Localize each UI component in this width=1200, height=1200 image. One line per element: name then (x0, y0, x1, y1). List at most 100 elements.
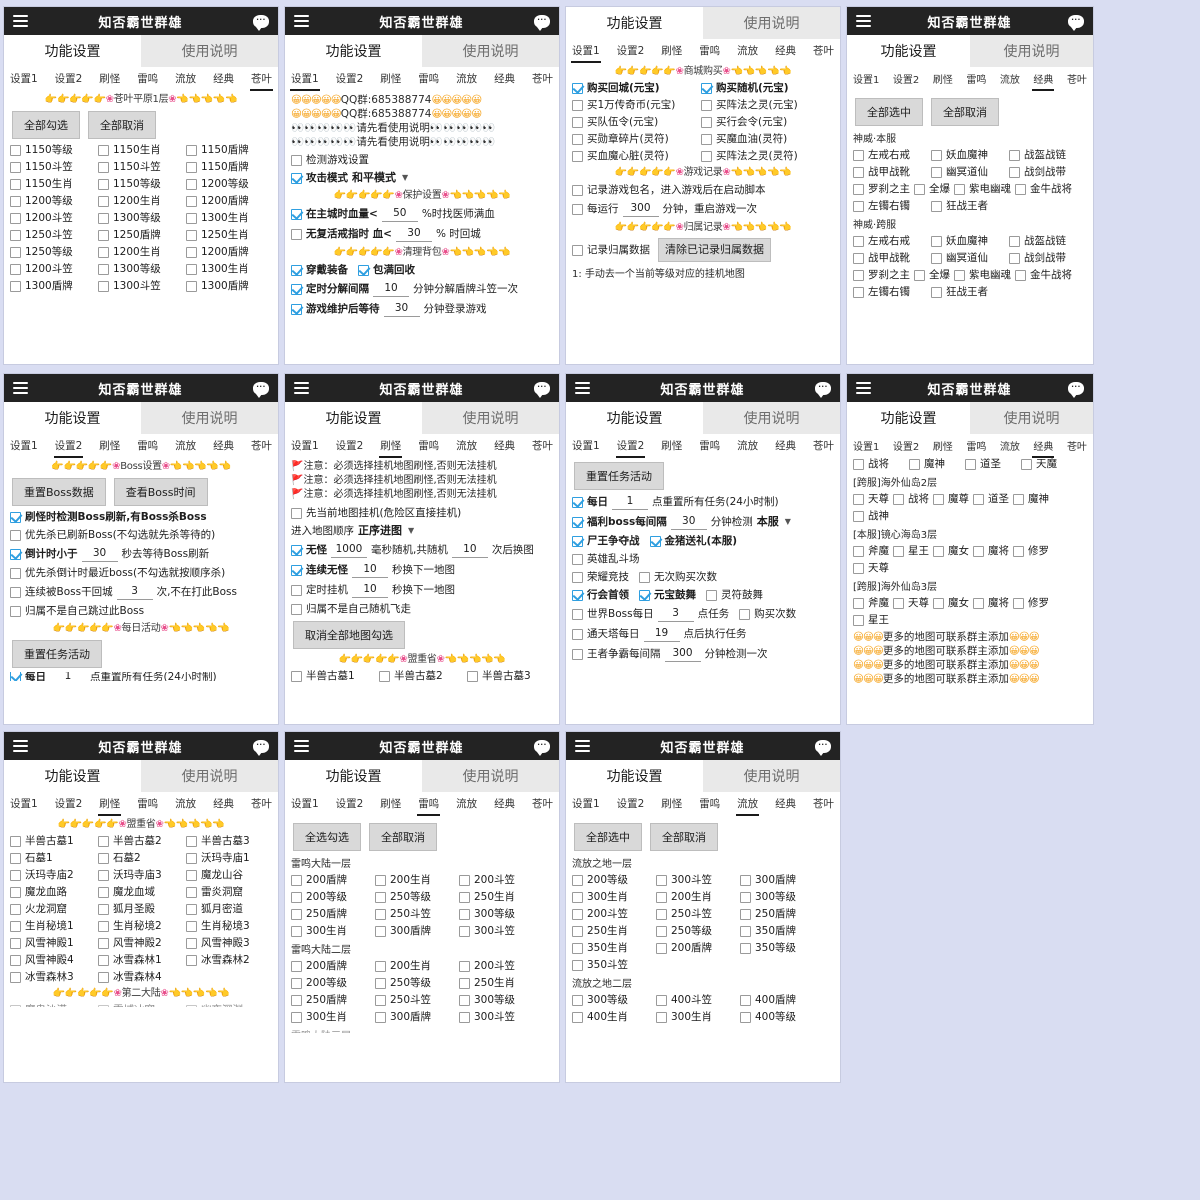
checkbox-attack-mode[interactable] (291, 172, 302, 184)
subtab-6[interactable]: 苍叶 (250, 795, 273, 816)
checkbox-no-mob[interactable] (291, 544, 302, 556)
checkbox-item[interactable]: 400盾牌 (740, 993, 820, 1007)
checkbox-item[interactable]: 购买随机(元宝) (701, 81, 826, 95)
checkbox[interactable] (98, 971, 109, 983)
checkbox[interactable] (954, 183, 965, 195)
checkbox-item[interactable]: 1200等级 (186, 177, 270, 191)
checkbox[interactable] (291, 994, 302, 1006)
checkbox-item[interactable]: 350等级 (740, 941, 820, 955)
input-daily-value[interactable]: 1 (612, 494, 648, 510)
checkbox[interactable] (10, 161, 21, 173)
subtab-6[interactable]: 苍叶 (250, 437, 273, 458)
chat-bubble-icon[interactable]: ··· (253, 14, 269, 31)
checkbox[interactable] (853, 493, 864, 505)
checkbox-timed-afk[interactable] (291, 584, 302, 596)
subtab-6[interactable]: 苍叶 (531, 70, 554, 91)
checkbox-item[interactable]: 1150斗笠 (10, 160, 94, 174)
checkbox[interactable] (186, 161, 197, 173)
input-cont-value[interactable]: 10 (352, 562, 388, 578)
checkbox-item[interactable]: 200盾牌 (656, 941, 736, 955)
input-timer-value[interactable]: 10 (352, 582, 388, 598)
checkbox[interactable] (186, 869, 197, 881)
row-glory-arena[interactable]: 荣耀竞技 无次购买次数 (572, 570, 834, 584)
chat-bubble-icon[interactable]: ··· (815, 739, 831, 756)
checkbox-item[interactable]: 1150盾牌 (186, 143, 270, 157)
checkbox-item[interactable]: 400等级 (740, 1010, 820, 1024)
subtab-3[interactable]: 雷鸣 (417, 70, 440, 91)
subtab-3[interactable]: 雷鸣 (698, 42, 721, 63)
checkbox[interactable] (1009, 235, 1020, 247)
checkbox-item[interactable]: 1300斗笠 (98, 279, 182, 293)
checkbox[interactable] (291, 925, 302, 937)
checkbox[interactable] (98, 1004, 109, 1007)
checkbox-item[interactable]: 1150盾牌 (186, 160, 270, 174)
checkbox[interactable] (701, 82, 712, 94)
checkbox-item[interactable]: 1300盾牌 (10, 279, 94, 293)
checkbox-item[interactable]: 1300生肖 (186, 262, 270, 276)
row-bag-actions[interactable]: 穿戴装备 包满回收 (291, 263, 553, 277)
checkbox-item[interactable]: 1150等级 (10, 143, 94, 157)
chat-bubble-icon[interactable]: ··· (253, 381, 269, 398)
checkbox-item[interactable]: 300斗笠 (459, 924, 539, 938)
checkbox-decompose[interactable] (291, 283, 302, 295)
checkbox-item[interactable]: 左镯右镯 (853, 285, 927, 299)
checkbox[interactable] (98, 280, 109, 292)
checkbox[interactable] (98, 178, 109, 190)
checkbox-item[interactable]: 斧魔 (853, 544, 889, 558)
hamburger-menu-icon[interactable] (13, 382, 28, 394)
checkbox[interactable] (740, 891, 751, 903)
subtab-4[interactable]: 流放 (736, 437, 759, 458)
checkbox-item[interactable]: 全爆 (914, 268, 950, 282)
subtab-4[interactable]: 流放 (999, 70, 1021, 91)
checkbox-glory-arena[interactable] (572, 571, 583, 583)
checkbox[interactable] (459, 960, 470, 972)
checkbox-item[interactable]: 魔女 (933, 544, 969, 558)
checkbox-item[interactable]: 半兽古墓3 (186, 834, 270, 848)
checkbox[interactable] (186, 903, 197, 915)
checkbox-lingfu-cheer[interactable] (706, 589, 717, 601)
checkbox-item[interactable]: 300等级 (572, 993, 652, 1007)
checkbox-item[interactable]: 道圣 (965, 457, 1017, 471)
subtab-5[interactable]: 经典 (493, 437, 516, 458)
input-run-value[interactable]: 300 (622, 201, 659, 217)
checkbox-guild-leader[interactable] (572, 589, 583, 601)
checkbox-world-boss[interactable] (572, 608, 583, 620)
checkbox[interactable] (933, 493, 944, 505)
checkbox-item[interactable]: 300盾牌 (740, 873, 820, 887)
checkbox[interactable] (375, 960, 386, 972)
checkbox-item[interactable]: 200生肖 (656, 890, 736, 904)
hamburger-menu-icon[interactable] (575, 382, 590, 394)
checkbox[interactable] (459, 994, 470, 1006)
subtab-2[interactable]: 刷怪 (379, 795, 402, 816)
checkbox[interactable] (10, 903, 21, 915)
checkbox-item[interactable]: 1300等级 (98, 262, 182, 276)
subtab-5[interactable]: 经典 (774, 42, 797, 63)
checkbox[interactable] (740, 908, 751, 920)
checkbox[interactable] (459, 874, 470, 886)
checkbox-yuanbao-cheer[interactable] (639, 589, 650, 601)
checkbox[interactable] (1013, 597, 1024, 609)
checkbox[interactable] (853, 562, 864, 574)
subtab-3[interactable]: 雷鸣 (417, 437, 440, 458)
checkbox[interactable] (853, 200, 864, 212)
checkbox-item[interactable]: 紫电幽魂 (954, 268, 1011, 282)
checkbox-item[interactable]: 350斗笠 (572, 958, 652, 972)
checkbox[interactable] (853, 149, 864, 161)
checkbox[interactable] (10, 1004, 21, 1007)
checkbox[interactable] (10, 954, 21, 966)
checkbox-item[interactable]: 狂战王者 (931, 199, 1005, 213)
checkbox-item[interactable]: 金牛战将 (1015, 182, 1072, 196)
checkbox-item[interactable]: 全爆 (914, 182, 950, 196)
checkbox-item[interactable]: 石墓2 (98, 851, 182, 865)
uncheck-all-button[interactable]: 全部取消 (650, 823, 718, 851)
checkbox-item[interactable]: 300盾牌 (375, 924, 455, 938)
tab-instructions[interactable]: 使用说明 (970, 35, 1093, 67)
row-record-owner[interactable]: 记录归属数据 清除已记录归属数据 (572, 238, 834, 262)
checkbox[interactable] (186, 920, 197, 932)
checkbox[interactable] (1009, 149, 1020, 161)
checkbox-item[interactable]: 沃玛寺庙1 (186, 851, 270, 865)
chat-bubble-icon[interactable]: ··· (534, 14, 550, 31)
uncheck-all-button[interactable]: 全部取消 (931, 98, 999, 126)
checkbox-hp-heal[interactable] (291, 208, 302, 220)
checkbox[interactable] (572, 942, 583, 954)
